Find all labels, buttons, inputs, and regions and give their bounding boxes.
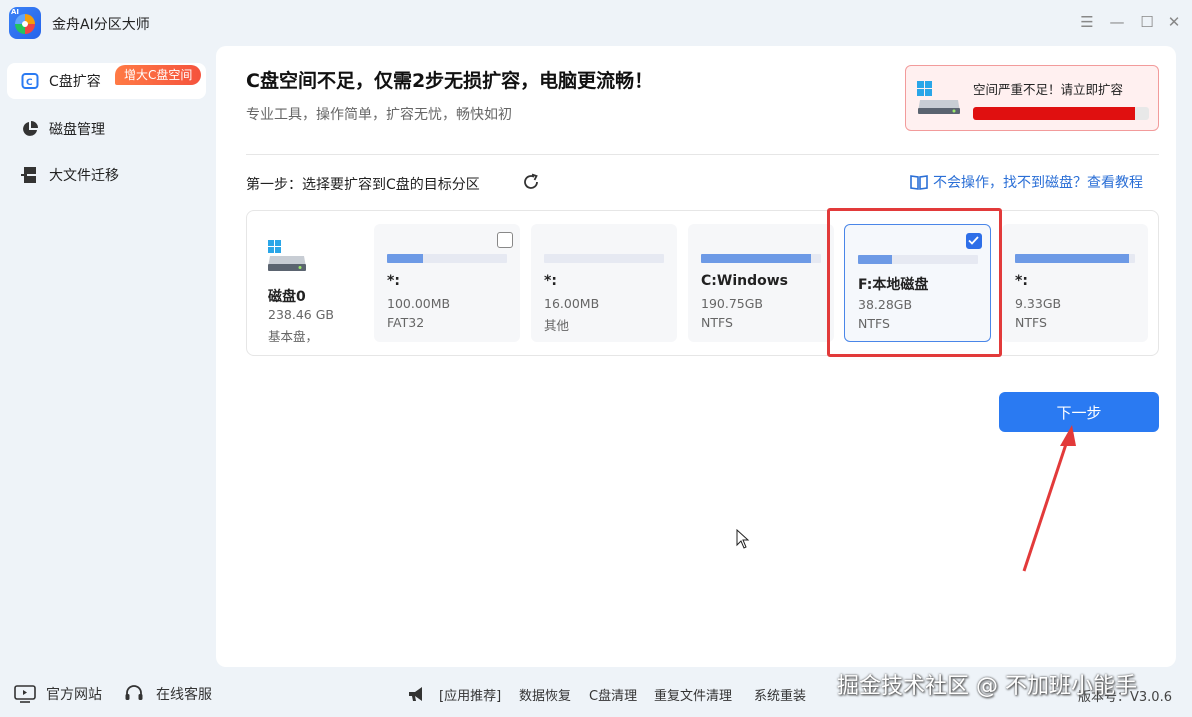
space-warning-card[interactable]: 空间严重不足！请立即扩容 — [905, 65, 1159, 131]
menu-icon[interactable]: ☰ — [1078, 13, 1096, 31]
sidebar-item-label: 大文件迁移 — [49, 168, 119, 184]
partition-filesystem: NTFS — [1015, 315, 1047, 330]
sidebar-item-label: 磁盘管理 — [49, 122, 105, 138]
partition-card[interactable]: *: 100.00MB FAT32 — [374, 224, 520, 342]
divider — [246, 154, 1159, 155]
partition-size: 100.00MB — [387, 296, 451, 311]
partition-filesystem: FAT32 — [387, 315, 425, 330]
promo-badge: 增大C盘空间 — [115, 65, 202, 85]
partition-name: *: — [387, 273, 400, 289]
partition-usage-bar — [544, 254, 664, 263]
help-tutorial-link[interactable]: 不会操作，找不到磁盘？查看教程 — [910, 172, 1143, 192]
partition-name: F:本地磁盘 — [858, 277, 929, 293]
partition-size: 16.00MB — [544, 296, 600, 311]
footer-link-apps[interactable]: [应用推荐] — [439, 685, 501, 704]
disk-name: 磁盘0 — [268, 289, 306, 305]
pie-chart-icon — [21, 120, 39, 138]
official-site-label: 官方网站 — [46, 687, 102, 703]
footer-link-reinstall[interactable]: 系统重装 — [754, 685, 806, 704]
warning-text: 空间严重不足！请立即扩容 — [973, 82, 1124, 97]
partition-filesystem: NTFS — [701, 315, 733, 330]
partition-usage-bar — [387, 254, 507, 263]
partition-name: *: — [1015, 273, 1028, 289]
help-link-label: 不会操作，找不到磁盘？查看教程 — [933, 175, 1143, 191]
refresh-icon[interactable] — [521, 172, 541, 192]
partition-checkbox[interactable] — [497, 232, 513, 248]
partition-card[interactable]: *: 16.00MB 其他 — [531, 224, 677, 342]
partition-usage-bar — [858, 255, 978, 264]
partition-filesystem: NTFS — [858, 316, 890, 331]
sidebar-item-disk-manage[interactable]: 磁盘管理 — [7, 111, 105, 147]
partition-usage-fill — [387, 254, 423, 263]
main-panel: C盘空间不足，仅需2步无损扩容，电脑更流畅！ 专业工具，操作简单，扩容无忧，畅快… — [216, 46, 1176, 667]
migrate-icon — [21, 166, 39, 184]
minimize-icon[interactable]: — — [1108, 13, 1126, 31]
partition-usage-fill — [1015, 254, 1129, 263]
hard-disk-icon — [268, 240, 306, 271]
app-title: 金舟AI分区大师 — [52, 17, 150, 33]
online-service-label: 在线客服 — [156, 687, 212, 703]
footer-link-c-clean[interactable]: C盘清理 — [589, 685, 637, 704]
footer-link-data-recovery[interactable]: 数据恢复 — [519, 685, 571, 704]
maximize-icon[interactable]: ☐ — [1138, 13, 1156, 31]
partition-card[interactable]: C:Windows 190.75GB NTFS — [688, 224, 834, 342]
partition-filesystem: 其他 — [544, 318, 570, 333]
watermark: 掘金技术社区 @ 不加班小能手 — [837, 674, 1137, 699]
disk-row: 磁盘0 238.46 GB 基本盘， *: 100.00MB FAT32 *: … — [246, 210, 1159, 356]
usage-bar-fill — [973, 107, 1135, 120]
partition-card[interactable]: *: 9.33GB NTFS — [1002, 224, 1148, 342]
book-icon — [910, 175, 928, 190]
partition-card-selected[interactable]: F:本地磁盘 38.28GB NTFS — [844, 224, 991, 342]
partition-size: 38.28GB — [858, 297, 913, 312]
partition-usage-fill — [858, 255, 892, 264]
next-step-button[interactable]: 下一步 — [999, 392, 1159, 432]
page-subtitle: 专业工具，操作简单，扩容无忧，畅快如初 — [246, 107, 512, 123]
sidebar-item-label: C盘扩容 — [49, 74, 101, 90]
online-service-link[interactable]: 在线客服 — [124, 684, 212, 704]
partition-checkbox[interactable] — [966, 233, 982, 249]
partition-usage-fill — [701, 254, 812, 263]
disk-size: 238.46 GB — [268, 307, 334, 322]
megaphone-icon — [409, 687, 422, 701]
partition-usage-bar — [701, 254, 821, 263]
svg-text:C: C — [26, 78, 33, 88]
headset-icon — [125, 685, 143, 700]
partition-size: 9.33GB — [1015, 296, 1062, 311]
disk-c-icon: C — [21, 72, 39, 90]
sidebar-item-file-migrate[interactable]: 大文件迁移 — [7, 157, 119, 193]
checkmark-icon — [968, 236, 979, 245]
title-bar: AI 金舟AI分区大师 ☰ — ☐ ✕ — [0, 0, 1192, 46]
partition-name: *: — [544, 273, 557, 289]
footer-link-duplicate-clean[interactable]: 重复文件清理 — [654, 685, 732, 704]
close-icon[interactable]: ✕ — [1165, 13, 1183, 31]
partition-size: 190.75GB — [701, 296, 763, 311]
disk-type: 基本盘， — [268, 329, 319, 344]
step-label: 第一步：选择要扩容到C盘的目标分区 — [246, 177, 480, 193]
app-logo-icon: AI — [9, 7, 41, 39]
usage-bar — [973, 107, 1149, 120]
official-site-link[interactable]: 官方网站 — [14, 684, 102, 704]
partition-usage-bar — [1015, 254, 1135, 263]
monitor-icon — [14, 685, 36, 703]
drive-warning-icon — [917, 81, 960, 114]
mouse-cursor-icon — [736, 529, 750, 549]
partition-name: C:Windows — [701, 273, 788, 289]
page-title: C盘空间不足，仅需2步无损扩容，电脑更流畅！ — [246, 70, 654, 92]
